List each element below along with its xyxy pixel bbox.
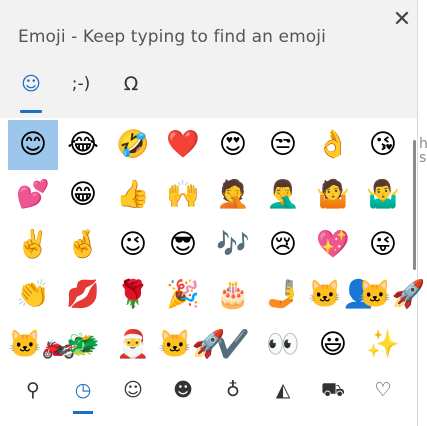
emoji-cell[interactable]: 🎅 xyxy=(108,320,158,370)
category-bar: ⚲ ◷ ☺ ☻ ♁ ◭ ⛟ ♡ xyxy=(8,370,408,418)
smiley-icon: ☺ xyxy=(21,73,41,95)
car-icon: ⛟ xyxy=(321,379,345,401)
tab-kaomoji[interactable]: ;-) xyxy=(61,64,101,108)
heart-icon: ♡ xyxy=(374,379,392,401)
person-icon: ☻ xyxy=(173,379,193,401)
emoji-panel-header: Emoji - Keep typing to find an emoji ✕ ☺… xyxy=(0,0,417,118)
emoji-cell[interactable]: 🐱‍👤 xyxy=(308,270,375,320)
emoji-cell[interactable]: 🤷 xyxy=(308,170,358,220)
tab-emoji[interactable]: ☺ xyxy=(11,64,51,108)
background-text: s xyxy=(419,150,427,166)
emoji-cell[interactable]: 💖 xyxy=(308,220,358,270)
tab-symbols[interactable]: Ω xyxy=(111,64,151,108)
emoji-cell[interactable]: 🎶 xyxy=(208,220,258,270)
emoji-cell[interactable]: 😁 xyxy=(58,170,108,220)
emoji-cell[interactable]: 🐲 xyxy=(58,320,108,370)
smiley-face-icon: ☺ xyxy=(123,379,143,401)
category-transport[interactable]: ⛟ xyxy=(308,370,358,410)
tab-active-indicator xyxy=(20,110,42,113)
emoji-cell[interactable]: 🤷‍♂️ xyxy=(358,170,408,220)
emoji-cell[interactable]: 💕 xyxy=(8,170,58,220)
emoji-cell[interactable]: 😃 xyxy=(308,320,358,370)
kaomoji-icon: ;-) xyxy=(71,74,91,94)
emoji-cell[interactable]: 💋 xyxy=(58,270,108,320)
search-icon: ⚲ xyxy=(26,379,40,401)
omega-icon: Ω xyxy=(123,73,139,95)
emoji-panel: Emoji - Keep typing to find an emoji ✕ ☺… xyxy=(0,0,425,426)
category-smileys[interactable]: ☺ xyxy=(108,370,158,410)
category-recent[interactable]: ◷ xyxy=(58,370,108,410)
emoji-cell[interactable]: 🤦‍♂️ xyxy=(258,170,308,220)
emoji-cell[interactable]: 😂 xyxy=(58,120,108,170)
emoji-cell[interactable]: 😒 xyxy=(258,120,308,170)
emoji-cell[interactable]: 👀 xyxy=(258,320,308,370)
pizza-icon: ◭ xyxy=(275,379,291,401)
emoji-cell[interactable]: ❤️ xyxy=(158,120,208,170)
emoji-cell[interactable]: ✨ xyxy=(358,320,408,370)
emoji-cell[interactable]: ✔️ xyxy=(208,320,258,370)
scrollbar[interactable] xyxy=(413,140,416,270)
emoji-cell[interactable]: 🤞 xyxy=(58,220,108,270)
emoji-cell[interactable]: 🎂 xyxy=(208,270,258,320)
emoji-cell[interactable]: 😢 xyxy=(258,220,308,270)
close-button[interactable]: ✕ xyxy=(388,6,416,34)
balloon-icon: ♁ xyxy=(226,379,240,401)
emoji-cell[interactable]: 😉 xyxy=(108,220,158,270)
mode-tabs: ☺ ;-) Ω xyxy=(0,64,200,116)
emoji-cell[interactable]: 🐱‍🏍 xyxy=(8,320,75,370)
emoji-cell[interactable]: 🌹 xyxy=(108,270,158,320)
emoji-cell[interactable]: 🐱‍🚀 xyxy=(158,320,225,370)
close-icon: ✕ xyxy=(392,7,412,32)
emoji-cell[interactable]: 😜 xyxy=(358,220,408,270)
category-food[interactable]: ◭ xyxy=(258,370,308,410)
category-active-indicator xyxy=(73,411,93,414)
panel-title: Emoji - Keep typing to find an emoji xyxy=(18,27,326,47)
clock-icon: ◷ xyxy=(74,379,92,401)
emoji-cell[interactable]: 😎 xyxy=(158,220,208,270)
category-symbols-hearts[interactable]: ♡ xyxy=(358,370,408,410)
emoji-cell[interactable]: ✌️ xyxy=(8,220,58,270)
emoji-cell[interactable]: 👌 xyxy=(308,120,358,170)
emoji-cell[interactable]: 😘 xyxy=(358,120,408,170)
emoji-cell[interactable]: 🤣 xyxy=(108,120,158,170)
emoji-cell[interactable]: 🐱‍🚀 xyxy=(358,270,425,320)
category-search[interactable]: ⚲ xyxy=(8,370,58,410)
emoji-cell[interactable]: 😊 xyxy=(8,120,58,170)
emoji-cell[interactable]: 👏 xyxy=(8,270,58,320)
emoji-cell[interactable]: 🙌 xyxy=(158,170,208,220)
emoji-cell[interactable]: 🤦 xyxy=(208,170,258,220)
emoji-cell[interactable]: 😍 xyxy=(208,120,258,170)
emoji-grid: 😊 😂 🤣 ❤️ 😍 😒 👌 😘 💕 😁 👍 🙌 🤦 🤦‍♂️ 🤷 🤷‍♂️ ✌️ 🤞 😉 😎 🎶 😢 💖 😜 👏 💋 🌹 🎉 🎂 🤳 🐱‍… xyxy=(8,120,425,370)
emoji-cell[interactable]: 👍 xyxy=(108,170,158,220)
emoji-cell[interactable]: 🎉 xyxy=(158,270,208,320)
emoji-cell[interactable]: 🤳 xyxy=(258,270,308,320)
category-people[interactable]: ☻ xyxy=(158,370,208,410)
category-celebrations[interactable]: ♁ xyxy=(208,370,258,410)
